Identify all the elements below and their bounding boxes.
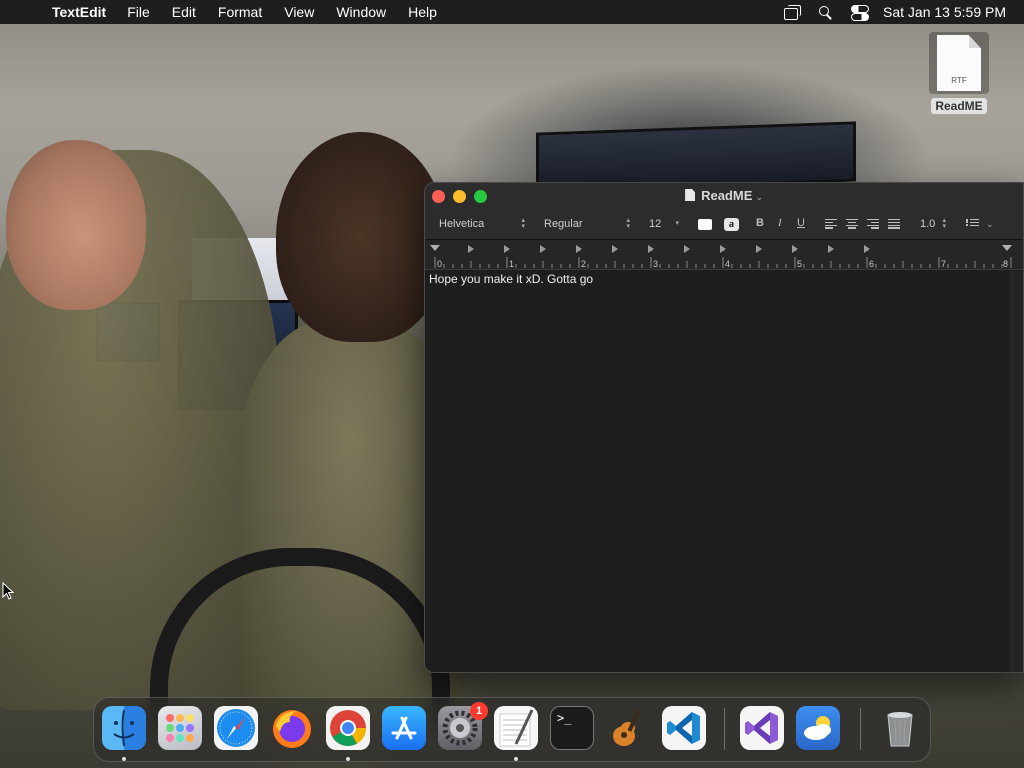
textedit-window: ReadME ⌄ Helvetica ▴ ▾ Regular ▴ ▾ 12 ▾ a B… bbox=[424, 182, 1024, 673]
text-color-swatch[interactable] bbox=[698, 219, 712, 230]
tab-stop-marker[interactable] bbox=[792, 245, 798, 253]
stepper-arrows-icon: ▴ ▾ bbox=[626, 217, 630, 230]
search-icon[interactable] bbox=[817, 5, 835, 19]
ruler-label: 0 bbox=[437, 259, 442, 269]
font-style-value: Regular bbox=[544, 218, 583, 230]
stepper-arrows-icon: ▴ ▾ bbox=[942, 217, 946, 230]
dock-separator bbox=[724, 708, 725, 750]
firefox-icon[interactable] bbox=[270, 706, 314, 750]
document-text-area[interactable]: Hope you make it xD. Gotta go bbox=[425, 271, 1011, 672]
finder-icon[interactable] bbox=[102, 706, 146, 750]
menu-clock[interactable]: Sat Jan 13 5:59 PM bbox=[883, 4, 1006, 20]
font-family-select[interactable]: Helvetica ▴ ▾ bbox=[433, 215, 529, 233]
control-center-icon[interactable] bbox=[850, 5, 870, 21]
wallpaper-person-head bbox=[6, 140, 146, 310]
ruler-label: 3 bbox=[653, 259, 658, 269]
font-style-select[interactable]: Regular ▴ ▾ bbox=[538, 215, 634, 233]
tab-stop-marker[interactable] bbox=[720, 245, 726, 253]
document-text: Hope you make it xD. Gotta go bbox=[429, 272, 594, 286]
ruler[interactable]: 0 1 2 3 4 5 6 7 8 bbox=[425, 240, 1023, 270]
format-bar: Helvetica ▴ ▾ Regular ▴ ▾ 12 ▾ a B I U 1.0… bbox=[425, 215, 1023, 235]
ruler-label: 6 bbox=[869, 259, 874, 269]
ruler-label: 7 bbox=[941, 259, 946, 269]
mouse-pointer-icon bbox=[2, 582, 14, 600]
list-chevron-down-icon[interactable]: ⌄ bbox=[986, 219, 994, 230]
rtf-file-sheet: RTF bbox=[937, 35, 981, 91]
dock: 1 >_ bbox=[93, 697, 931, 762]
ruler-label: 1 bbox=[509, 259, 514, 269]
menu-file[interactable]: File bbox=[116, 4, 161, 20]
terminal-icon[interactable]: >_ bbox=[550, 706, 594, 750]
trash-icon[interactable] bbox=[878, 706, 922, 750]
ruler-label: 2 bbox=[581, 259, 586, 269]
file-type-label: RTF bbox=[951, 76, 967, 85]
font-family-value: Helvetica bbox=[439, 218, 485, 230]
underline-button[interactable]: U bbox=[797, 217, 805, 229]
tab-stop-marker[interactable] bbox=[576, 245, 582, 253]
tab-stop-marker[interactable] bbox=[864, 245, 870, 253]
windows-icon[interactable] bbox=[784, 5, 802, 20]
wallpaper-person-head bbox=[276, 132, 446, 342]
align-right-icon[interactable] bbox=[867, 219, 879, 229]
ruler-ticks: 0 1 2 3 4 5 6 7 8 bbox=[430, 245, 1012, 269]
tab-stop-marker[interactable] bbox=[468, 245, 474, 253]
menu-help[interactable]: Help bbox=[397, 4, 448, 20]
menu-edit[interactable]: Edit bbox=[161, 4, 207, 20]
chevron-down-icon: ▾ bbox=[675, 220, 679, 227]
title-chevron-down-icon[interactable]: ⌄ bbox=[755, 192, 763, 202]
running-indicator bbox=[122, 757, 126, 761]
window-title[interactable]: ReadME ⌄ bbox=[425, 188, 1023, 203]
menu-bar: TextEdit File Edit Format View Window He… bbox=[0, 0, 1024, 24]
launchpad-icon[interactable] bbox=[158, 706, 202, 750]
vertical-scrollbar[interactable] bbox=[1011, 271, 1023, 672]
rtf-file-icon[interactable]: RTF bbox=[929, 32, 989, 94]
align-center-icon[interactable] bbox=[846, 219, 858, 229]
font-size-select[interactable]: 12 ▾ bbox=[643, 215, 683, 233]
terminal-prompt: >_ bbox=[557, 711, 572, 725]
chrome-icon[interactable] bbox=[326, 706, 370, 750]
tab-stop-marker[interactable] bbox=[756, 245, 762, 253]
app-store-icon[interactable] bbox=[382, 706, 426, 750]
menu-app-name[interactable]: TextEdit bbox=[52, 4, 116, 20]
visual-studio-icon[interactable] bbox=[740, 706, 784, 750]
document-icon bbox=[685, 189, 696, 201]
vscode-icon[interactable] bbox=[662, 706, 706, 750]
left-indent-marker[interactable] bbox=[430, 245, 440, 251]
align-left-icon[interactable] bbox=[825, 219, 837, 229]
ruler-label: 4 bbox=[725, 259, 730, 269]
window-titlebar[interactable]: ReadME ⌄ Helvetica ▴ ▾ Regular ▴ ▾ 12 ▾ a B… bbox=[425, 183, 1023, 240]
weather-icon[interactable] bbox=[796, 706, 840, 750]
italic-button[interactable]: I bbox=[778, 217, 782, 229]
tab-stop-marker[interactable] bbox=[828, 245, 834, 253]
font-size-value: 12 bbox=[649, 218, 662, 230]
running-indicator bbox=[514, 757, 518, 761]
desktop-file-name[interactable]: ReadME bbox=[931, 98, 987, 114]
align-justify-icon[interactable] bbox=[888, 219, 900, 229]
line-spacing-select[interactable]: 1.0 ▴ ▾ bbox=[914, 215, 950, 233]
menu-view[interactable]: View bbox=[273, 4, 325, 20]
bold-button[interactable]: B bbox=[756, 217, 764, 229]
tab-stop-marker[interactable] bbox=[648, 245, 654, 253]
textedit-icon[interactable] bbox=[494, 706, 538, 750]
tab-stop-marker[interactable] bbox=[684, 245, 690, 253]
stepper-arrows-icon: ▴ ▾ bbox=[521, 217, 525, 230]
right-margin-marker[interactable] bbox=[1002, 245, 1012, 251]
window-title-text: ReadME bbox=[701, 188, 753, 203]
highlight-color-icon[interactable]: a bbox=[724, 218, 739, 231]
tab-stop-marker[interactable] bbox=[540, 245, 546, 253]
menu-window[interactable]: Window bbox=[325, 4, 397, 20]
ruler-label: 5 bbox=[797, 259, 802, 269]
dock-separator bbox=[860, 708, 861, 750]
menu-format[interactable]: Format bbox=[207, 4, 273, 20]
ruler-label: 8 bbox=[1003, 259, 1008, 269]
notification-badge: 1 bbox=[470, 702, 488, 720]
safari-icon[interactable] bbox=[214, 706, 258, 750]
tab-stop-marker[interactable] bbox=[504, 245, 510, 253]
line-spacing-value: 1.0 bbox=[920, 218, 936, 230]
garageband-icon[interactable] bbox=[606, 706, 650, 750]
tab-stop-marker[interactable] bbox=[612, 245, 618, 253]
list-bullets-icon[interactable] bbox=[966, 218, 980, 229]
running-indicator bbox=[346, 757, 350, 761]
desktop-file-readme[interactable]: RTF ReadME bbox=[926, 32, 992, 122]
